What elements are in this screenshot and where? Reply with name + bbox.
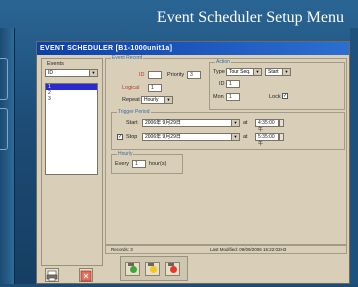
action-id-field[interactable]: 1 <box>226 80 240 88</box>
repeat-value: Hourly <box>144 97 159 103</box>
action-id-label: ID <box>219 81 225 87</box>
background-right-panel <box>350 28 358 284</box>
window-title-bar[interactable]: EVENT SCHEDULER [B1-1000unit1a] <box>37 42 349 55</box>
stop-time-field[interactable]: 5:35:00 午 <box>255 133 279 147</box>
records-count: Records: 3 <box>111 247 133 252</box>
events-list[interactable]: 1 2 3 <box>45 83 98 175</box>
stop-date-value: 2006年 9月29日 <box>145 134 181 140</box>
banner-title: Event Scheduler Setup Menu <box>156 9 344 26</box>
exit-icon <box>80 270 92 282</box>
printer-icon <box>46 270 58 282</box>
red-lamp-icon <box>170 266 177 273</box>
panel-slot <box>0 58 8 100</box>
stop-label: Stop <box>126 134 138 140</box>
stop-checkbox[interactable]: ✓ <box>117 134 123 140</box>
events-filter-value: ID <box>48 70 53 76</box>
id-label: ID <box>139 72 145 78</box>
yellow-lamp-icon <box>150 266 157 273</box>
background-side-panel <box>0 28 15 284</box>
logical-label: Logical <box>122 85 140 91</box>
trigger-period-group: Trigger Period <box>111 109 345 150</box>
chevron-down-icon[interactable]: ▼ <box>231 134 239 140</box>
stop-at-label: at <box>243 134 248 140</box>
action-type-value: Tour Seq. <box>229 69 251 75</box>
events-panel: Events ID ▼ 1 2 3 <box>41 58 103 266</box>
delete-event-button[interactable] <box>165 262 180 276</box>
start-date-value: 2006年 9月29日 <box>145 120 181 126</box>
start-label: Start <box>126 120 138 126</box>
chevron-down-icon[interactable]: ▼ <box>231 120 239 126</box>
logical-field[interactable]: 1 <box>148 84 162 92</box>
lock-checkbox[interactable]: ✓ <box>282 93 288 99</box>
action-command-select[interactable]: Start ▼ <box>265 68 291 76</box>
chevron-down-icon[interactable]: ▼ <box>89 70 97 76</box>
green-lamp-icon <box>130 266 137 273</box>
add-event-button[interactable] <box>125 262 140 276</box>
action-command-value: Start <box>268 69 279 75</box>
hours-unit-label: hour(s) <box>149 161 167 167</box>
priority-field[interactable]: 3 <box>187 71 201 79</box>
stop-date-picker[interactable]: 2006年 9月29日 ▼ <box>142 133 240 141</box>
mon-field[interactable]: 1 <box>226 93 240 101</box>
type-label: Type <box>213 69 225 75</box>
event-detail-panel: Event Record ID Priority 3 Logical 1 Rep… <box>105 55 347 258</box>
event-record-title: Event Record <box>111 55 144 61</box>
stop-time-spinner[interactable] <box>279 133 284 141</box>
scheduler-window: EVENT SCHEDULER [B1-1000unit1a] Events I… <box>36 41 350 284</box>
list-item[interactable]: 3 <box>46 96 97 102</box>
priority-label: Priority <box>167 72 185 78</box>
chevron-down-icon[interactable]: ▼ <box>164 97 172 103</box>
start-time-field[interactable]: 4:35:00 午 <box>255 119 279 133</box>
chevron-down-icon[interactable]: ▼ <box>282 69 290 75</box>
panel-slot <box>0 108 8 150</box>
print-button[interactable] <box>45 268 59 282</box>
events-filter-select[interactable]: ID ▼ <box>45 69 98 77</box>
events-label: Events <box>47 61 64 67</box>
action-title: Action <box>215 59 231 65</box>
modify-event-button[interactable] <box>145 262 160 276</box>
action-type-select[interactable]: Tour Seq. ▼ <box>226 68 262 76</box>
every-label: Every <box>115 161 130 167</box>
every-field[interactable]: 1 <box>132 160 146 168</box>
last-modified: Last Modified: 09/09/2006 16:22:02H3 <box>210 247 287 252</box>
repeat-select[interactable]: Hourly ▼ <box>141 96 173 104</box>
status-bar: Records: 3 Last Modified: 09/09/2006 16:… <box>105 245 347 254</box>
lock-label: Lock <box>269 94 281 100</box>
id-field[interactable] <box>148 71 162 79</box>
chevron-down-icon[interactable]: ▼ <box>253 69 261 75</box>
trigger-period-title: Trigger Period <box>117 109 151 115</box>
repeat-label: Repeat <box>122 97 140 103</box>
action-button-bar <box>120 256 188 281</box>
banner: Event Scheduler Setup Menu <box>0 0 358 40</box>
mon-label: Mon <box>213 94 224 100</box>
exit-button[interactable] <box>79 268 93 282</box>
start-at-label: at <box>243 120 248 126</box>
start-date-picker[interactable]: 2006年 9月29日 ▼ <box>142 119 240 127</box>
hourly-title: Hourly <box>117 151 134 157</box>
start-time-spinner[interactable] <box>279 119 284 127</box>
